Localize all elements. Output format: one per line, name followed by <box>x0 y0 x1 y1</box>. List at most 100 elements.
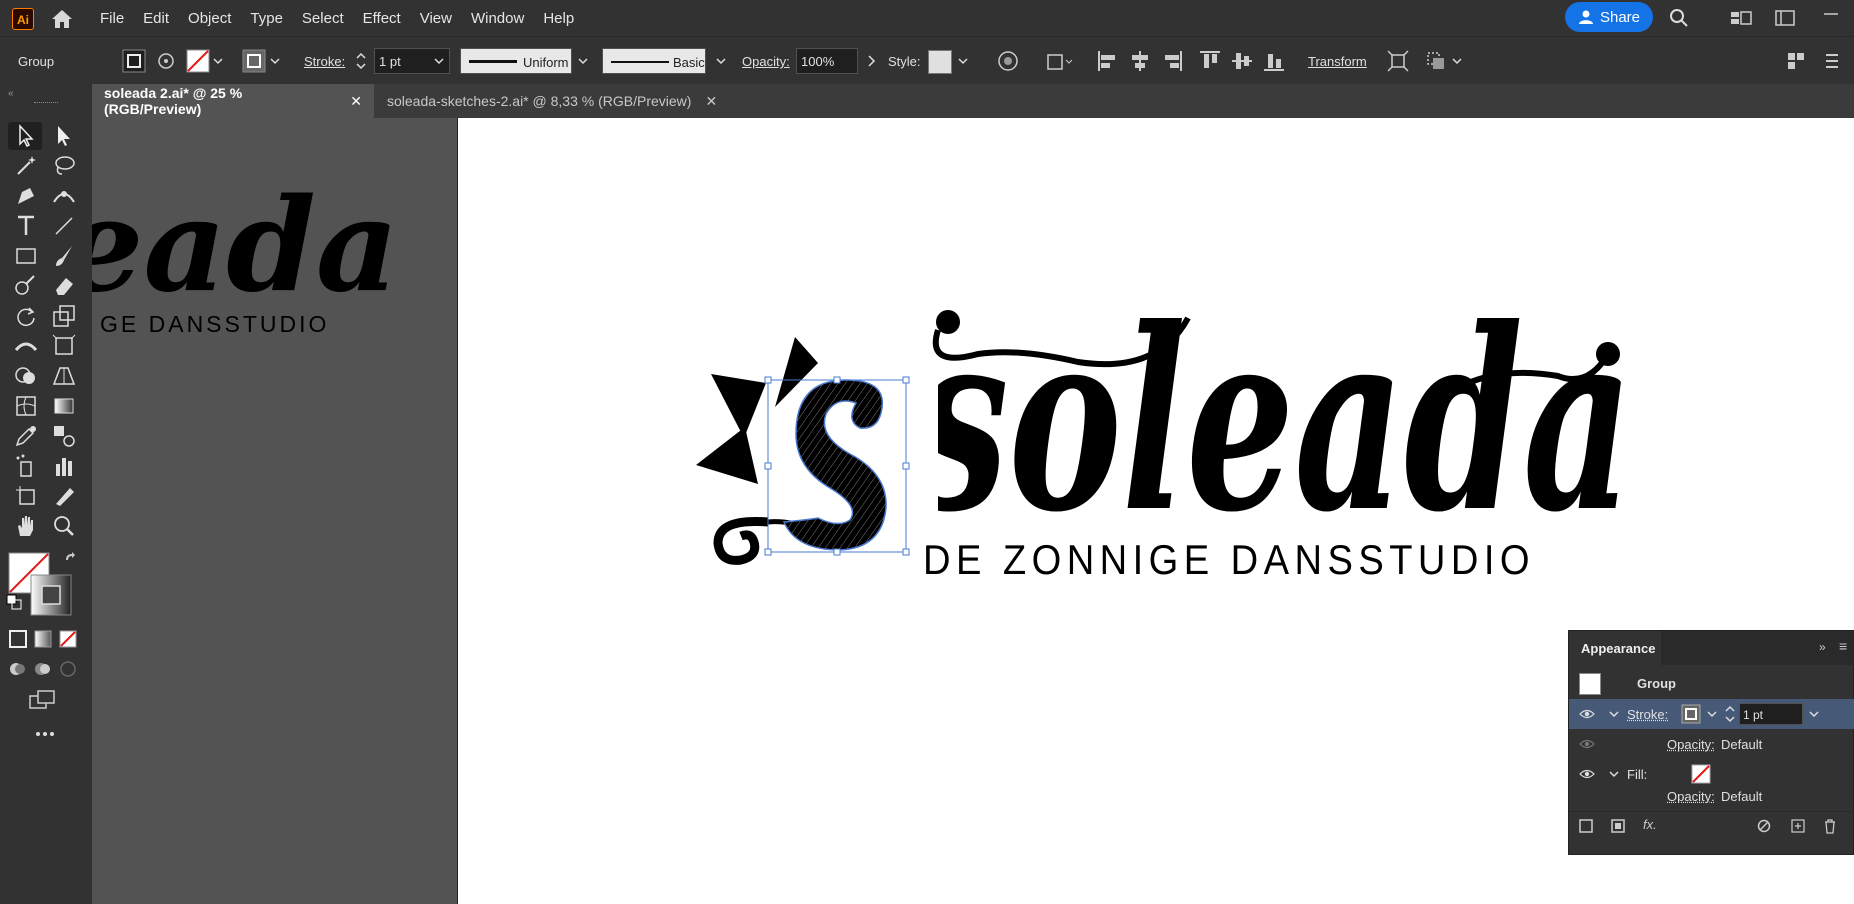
align-bottom-icon[interactable] <box>1262 49 1286 73</box>
panel-tab[interactable]: Appearance <box>1569 631 1661 665</box>
swap-colors-icon[interactable] <box>62 550 78 566</box>
chevron-down-icon[interactable] <box>1452 57 1462 65</box>
transform-button[interactable]: Transform <box>1308 54 1367 69</box>
pen-tool-icon[interactable] <box>12 182 40 210</box>
appearance-stroke-row[interactable]: Stroke: 1 pt <box>1569 699 1854 729</box>
workspace-icon[interactable] <box>1730 8 1752 28</box>
align-top-icon[interactable] <box>1198 49 1222 73</box>
minimize-icon[interactable] <box>1820 4 1842 24</box>
stroke-swatch-icon[interactable] <box>242 49 266 73</box>
free-transform-tool-icon[interactable] <box>50 332 78 360</box>
transform-bounds-icon[interactable] <box>1386 49 1410 73</box>
shaper-tool-icon[interactable] <box>12 272 40 300</box>
duplicate-item-icon[interactable] <box>1791 819 1805 833</box>
share-button[interactable]: Share <box>1565 2 1653 32</box>
brush-definition[interactable]: Basic <box>602 48 706 74</box>
menu-edit[interactable]: Edit <box>143 10 169 27</box>
menu-help[interactable]: Help <box>543 10 574 27</box>
eraser-tool-icon[interactable] <box>50 272 78 300</box>
stroke-label[interactable]: Stroke: <box>304 54 345 69</box>
draw-normal-icon[interactable] <box>9 660 27 678</box>
magic-wand-tool-icon[interactable] <box>12 152 40 180</box>
chevron-down-icon[interactable] <box>578 57 588 65</box>
mesh-tool-icon[interactable] <box>12 392 40 420</box>
hand-tool-icon[interactable] <box>12 512 40 540</box>
stroke-color-swatch[interactable] <box>30 574 72 616</box>
chevron-down-icon[interactable] <box>958 57 968 65</box>
align-to-icon[interactable] <box>1044 49 1074 73</box>
appearance-opacity-row[interactable]: Opacity: Default <box>1569 729 1854 759</box>
panel-options-icon[interactable] <box>1786 51 1806 71</box>
opacity-input[interactable]: 100% <box>796 48 858 74</box>
menu-view[interactable]: View <box>420 10 452 27</box>
appearance-stroke-weight-input[interactable]: 1 pt <box>1739 703 1803 725</box>
menu-type[interactable]: Type <box>250 10 283 27</box>
variable-width-profile[interactable]: Uniform <box>460 48 572 74</box>
chevron-right-icon[interactable] <box>866 55 876 67</box>
close-tab-icon[interactable]: ✕ <box>350 93 362 110</box>
rectangle-tool-icon[interactable] <box>12 242 40 270</box>
clear-appearance-icon[interactable] <box>1757 819 1771 833</box>
line-tool-icon[interactable] <box>50 212 78 240</box>
gradient-mode-icon[interactable] <box>34 630 52 648</box>
search-icon[interactable] <box>1668 8 1690 28</box>
opacity-label[interactable]: Opacity: <box>1667 789 1715 803</box>
chevron-down-icon[interactable] <box>270 57 280 65</box>
selection-tool-icon[interactable] <box>12 122 40 150</box>
curvature-tool-icon[interactable] <box>50 182 78 210</box>
graphic-style-swatch[interactable] <box>928 50 952 74</box>
gradient-tool-icon[interactable] <box>50 392 78 420</box>
chevron-down-icon[interactable] <box>716 57 726 65</box>
stroke-swatch-icon[interactable] <box>1681 704 1701 724</box>
menu-select[interactable]: Select <box>302 10 344 27</box>
column-graph-tool-icon[interactable] <box>50 452 78 480</box>
direct-selection-tool-icon[interactable] <box>50 122 78 150</box>
collapse-panel-icon[interactable]: » <box>1819 640 1826 654</box>
stepper-icon[interactable] <box>1724 703 1736 725</box>
fill-swatch-icon[interactable] <box>1691 764 1711 784</box>
chevron-down-icon[interactable] <box>1609 770 1619 778</box>
scale-tool-icon[interactable] <box>50 302 78 330</box>
width-tool-icon[interactable] <box>12 332 40 360</box>
screen-mode-icon[interactable] <box>28 688 58 712</box>
eye-icon[interactable] <box>1579 708 1595 720</box>
shape-builder-icon[interactable] <box>1424 49 1448 73</box>
stepper-icon[interactable] <box>354 49 368 73</box>
isolate-group-icon[interactable] <box>122 49 146 73</box>
appearance-fill-row[interactable]: Fill: <box>1569 759 1854 789</box>
close-tab-icon[interactable]: ✕ <box>705 93 717 110</box>
chevron-down-icon[interactable] <box>434 57 444 65</box>
add-effect-icon[interactable]: fx. <box>1643 817 1657 832</box>
slice-tool-icon[interactable] <box>50 482 78 510</box>
shape-builder-tool-icon[interactable] <box>12 362 40 390</box>
tab-soleada-sketches-2[interactable]: soleada-sketches-2.ai* @ 8,33 % (RGB/Pre… <box>375 84 735 118</box>
align-left-icon[interactable] <box>1096 49 1120 73</box>
stroke-label[interactable]: Stroke: <box>1627 707 1668 722</box>
menu-effect[interactable]: Effect <box>363 10 401 27</box>
home-icon[interactable] <box>50 8 74 30</box>
chevron-down-icon[interactable] <box>1707 710 1717 718</box>
menu-object[interactable]: Object <box>188 10 231 27</box>
align-right-icon[interactable] <box>1160 49 1184 73</box>
align-center-icon[interactable] <box>1128 49 1152 73</box>
appearance-opacity-row-2[interactable]: Opacity: Default <box>1569 789 1854 803</box>
default-colors-icon[interactable] <box>6 594 22 610</box>
none-mode-icon[interactable] <box>59 630 77 648</box>
perspective-grid-tool-icon[interactable] <box>50 362 78 390</box>
appearance-group-row[interactable]: Group <box>1569 669 1854 699</box>
trash-icon[interactable] <box>1823 818 1837 834</box>
panel-menu-icon[interactable]: ≡ <box>1839 638 1847 654</box>
more-options-icon[interactable] <box>1822 51 1842 71</box>
chevron-down-icon[interactable] <box>213 57 223 65</box>
artboard-tool-icon[interactable] <box>12 482 40 510</box>
fill-swatch-icon[interactable] <box>186 49 210 73</box>
menu-file[interactable]: File <box>100 10 124 27</box>
add-fill-icon[interactable] <box>1611 819 1625 833</box>
zoom-tool-icon[interactable] <box>50 512 78 540</box>
symbol-sprayer-tool-icon[interactable] <box>12 452 40 480</box>
opacity-label[interactable]: Opacity: <box>1667 737 1715 752</box>
type-tool-icon[interactable] <box>12 212 40 240</box>
recolor-artwork-icon[interactable] <box>996 49 1020 73</box>
paintbrush-tool-icon[interactable] <box>50 242 78 270</box>
rotate-tool-icon[interactable] <box>12 302 40 330</box>
